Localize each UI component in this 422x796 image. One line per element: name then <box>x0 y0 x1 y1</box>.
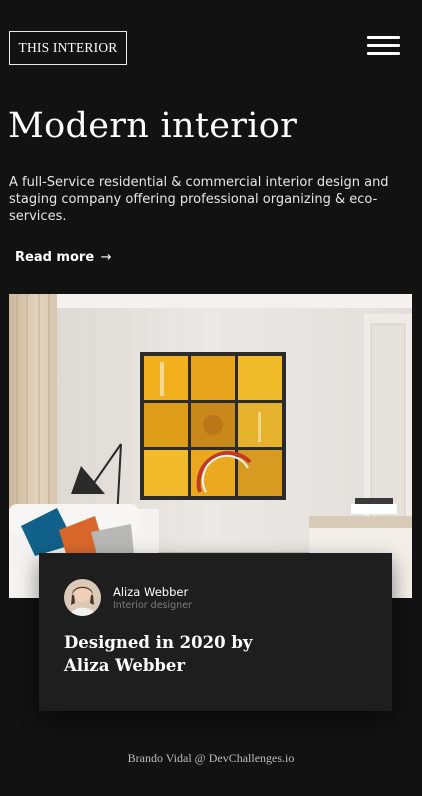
author-role: Interior designer <box>113 600 192 611</box>
menu-line <box>367 36 400 39</box>
arrow-right-icon: → <box>100 250 112 265</box>
read-more-link[interactable]: Read more → <box>15 250 112 265</box>
site-logo-text: THIS INTERIOR <box>18 40 118 55</box>
footer-credit: Brando Vidal @ DevChallenges.io <box>0 751 422 766</box>
menu-line <box>367 44 400 47</box>
card-title: Designed in 2020 by Aliza Webber <box>64 633 253 675</box>
hamburger-menu-icon[interactable] <box>367 34 400 56</box>
avatar <box>64 579 101 616</box>
designer-card: Aliza Webber Interior designer Designed … <box>39 553 392 711</box>
page-title: Modern interior <box>8 106 298 146</box>
site-logo[interactable]: THIS INTERIOR <box>9 31 127 65</box>
footer-credit-text[interactable]: Brando Vidal @ DevChallenges.io <box>128 751 295 765</box>
page-description: A full-Service residential & commercial … <box>9 175 389 224</box>
menu-line <box>367 52 400 55</box>
read-more-label: Read more <box>15 250 95 265</box>
author-name: Aliza Webber <box>113 585 189 599</box>
